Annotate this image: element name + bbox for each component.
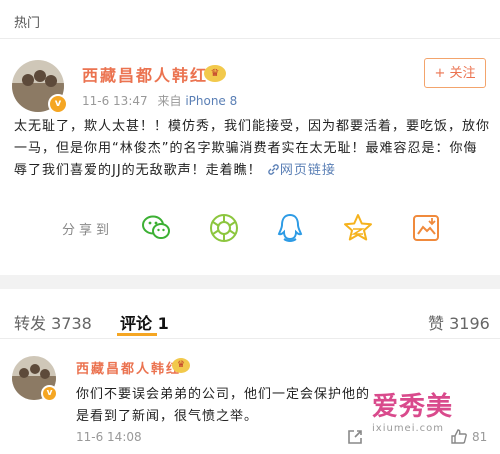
tabs-divider <box>0 338 500 339</box>
tab-comments-label: 评论 <box>120 314 153 333</box>
comment-username[interactable]: 西藏昌都人韩红 <box>76 358 181 377</box>
vip-crown-icon: ♛ <box>204 65 226 82</box>
header-divider <box>0 38 500 39</box>
wechat-icon[interactable] <box>140 212 172 244</box>
section-title: 热门 <box>14 16 41 31</box>
section-separator <box>0 275 500 289</box>
comment-text: 你们不要误会弟弟的公司，他们一定会保护他的 是看到了新闻，很气愤之举。 <box>76 384 376 428</box>
tab-likes-label: 赞 <box>428 314 445 333</box>
comment-text-line1: 你们不要误会弟弟的公司，他们一定会保护他的 <box>76 387 371 402</box>
comment-timestamp: 11-6 14:08 <box>76 430 142 444</box>
comment-like-icon[interactable] <box>450 428 468 446</box>
web-link[interactable]: 网页链接 <box>267 163 336 178</box>
tab-likes-count: 3196 <box>449 314 490 333</box>
comment-share-icon[interactable] <box>346 428 364 446</box>
web-link-label: 网页链接 <box>279 163 336 178</box>
tab-comments-count: 1 <box>157 314 169 333</box>
comment-text-line2: 是看到了新闻，很气愤之举。 <box>76 409 259 424</box>
moments-icon[interactable] <box>208 212 240 244</box>
share-label: 分享到 <box>62 223 114 238</box>
post-body: 太无耻了，欺人太甚！！模仿秀，我们能接受，因为都要活着，要吃饭，放你一马，但是你… <box>14 119 491 178</box>
post-meta: 11-6 13:47 来自 iPhone 8 <box>82 92 237 109</box>
follow-button[interactable]: + 关注 <box>424 58 486 88</box>
tab-comments[interactable]: 评论 1 <box>120 310 169 334</box>
comment-verified-badge-icon: v <box>41 385 58 402</box>
active-tab-indicator <box>117 333 157 336</box>
watermark-logo: 爱秀美 <box>372 392 454 422</box>
post-timestamp: 11-6 13:47 <box>82 94 148 108</box>
tab-repost-count: 3738 <box>51 314 92 333</box>
comment-like-count: 81 <box>472 430 488 444</box>
qq-icon[interactable] <box>274 212 306 244</box>
link-icon <box>268 164 279 175</box>
save-image-icon[interactable] <box>410 212 442 244</box>
comment-vip-crown-icon: ♛ <box>172 358 190 373</box>
post-text: 太无耻了，欺人太甚！！模仿秀，我们能接受，因为都要活着，要吃饭，放你一马，但是你… <box>14 116 490 182</box>
tab-likes[interactable]: 赞 3196 <box>428 310 490 334</box>
tab-repost[interactable]: 转发 3738 <box>14 310 92 334</box>
post-username[interactable]: 西藏昌都人韩红 <box>82 62 208 86</box>
post-source[interactable]: iPhone 8 <box>185 94 237 108</box>
tab-repost-label: 转发 <box>14 314 47 333</box>
post-source-prefix: 来自 <box>157 94 182 108</box>
qzone-icon[interactable] <box>342 212 374 244</box>
verified-badge-icon: v <box>48 94 68 114</box>
